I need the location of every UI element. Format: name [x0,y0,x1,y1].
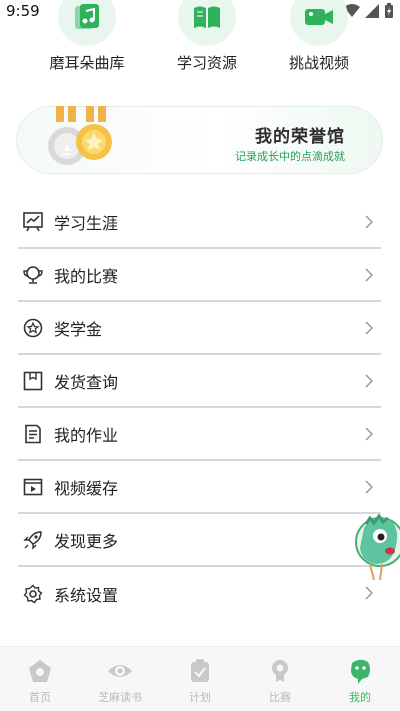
plan-icon [191,659,209,682]
menu-list: 学习生涯 我的比赛 奖学金 发货查询 我的作业 视频缓存 发现更多 系统设置 [18,196,381,620]
menu-item-discover-more[interactable]: 发现更多 [18,514,381,567]
chevron-right-icon [365,480,373,494]
package-icon [22,370,44,392]
document-icon [22,423,44,445]
home-icon [29,660,51,682]
mascot-icon [351,659,370,684]
menu-label: 发现更多 [54,531,119,551]
video-play-icon [22,476,44,498]
menu-item-shipping-query[interactable]: 发货查询 [18,355,381,408]
menu-label: 系统设置 [54,585,119,605]
tab-sesame-reading[interactable]: 芝麻读书 [80,657,160,705]
honor-hall-banner[interactable]: 我的荣誉馆 记录成长中的点滴成就 [16,106,383,174]
trophy-icon [22,264,44,286]
chart-board-icon [22,211,44,233]
eye-book-icon [108,665,132,677]
video-camera-icon [305,9,333,25]
tab-label: 我的 [349,691,371,704]
tab-plan[interactable]: 计划 [160,657,240,705]
honor-subtitle: 记录成长中的点滴成就 [235,150,345,163]
menu-item-system-settings[interactable]: 系统设置 [18,567,381,620]
dinosaur-mascot-icon [355,513,400,581]
shortcut-challenge-video[interactable]: 挑战视频 [264,0,374,73]
shortcut-label: 磨耳朵曲库 [49,54,125,72]
menu-label: 学习生涯 [54,213,119,233]
tab-label: 比赛 [269,691,291,704]
tab-competition[interactable]: 比赛 [240,657,320,705]
star-circle-icon [22,317,44,339]
menu-item-video-cache[interactable]: 视频缓存 [18,461,381,514]
rocket-icon [22,529,44,551]
medals-icon [48,106,112,165]
gear-icon [22,583,44,605]
bottom-tab-bar: 首页 芝麻读书 计划 比赛 我的 [0,646,400,711]
shortcut-circle [58,0,116,46]
menu-item-my-homework[interactable]: 我的作业 [18,408,381,461]
menu-item-scholarship[interactable]: 奖学金 [18,302,381,355]
music-cards-icon [75,4,99,29]
menu-label: 发货查询 [54,372,119,392]
menu-label: 我的作业 [54,425,119,445]
tab-label: 首页 [29,691,51,704]
chevron-right-icon [365,427,373,441]
medals-illustration [42,106,132,174]
tab-mine[interactable]: 我的 [320,657,400,705]
chevron-right-icon [365,268,373,282]
chevron-right-icon [365,586,373,600]
honor-title: 我的荣誉馆 [255,127,345,147]
shortcut-row: 磨耳朵曲库 学习资源 挑战视频 [0,0,400,80]
shortcut-circle [290,0,348,46]
medal-icon [272,660,288,682]
shortcut-label: 挑战视频 [288,54,349,72]
chevron-right-icon [365,321,373,335]
tab-label: 芝麻读书 [98,691,142,704]
menu-label: 我的比赛 [54,266,119,286]
menu-item-learning-career[interactable]: 学习生涯 [18,196,381,249]
menu-item-my-competitions[interactable]: 我的比赛 [18,249,381,302]
book-icon [194,6,220,28]
chevron-right-icon [365,215,373,229]
shortcut-music-library[interactable]: 磨耳朵曲库 [32,0,142,73]
menu-label: 视频缓存 [54,478,119,498]
menu-label: 奖学金 [54,319,103,339]
shortcut-label: 学习资源 [176,54,237,72]
shortcut-circle [178,0,236,46]
tab-home[interactable]: 首页 [0,657,80,705]
tab-label: 计划 [189,691,211,704]
shortcut-learning-resources[interactable]: 学习资源 [152,0,262,73]
floating-mascot[interactable] [346,506,400,582]
chevron-right-icon [365,374,373,388]
